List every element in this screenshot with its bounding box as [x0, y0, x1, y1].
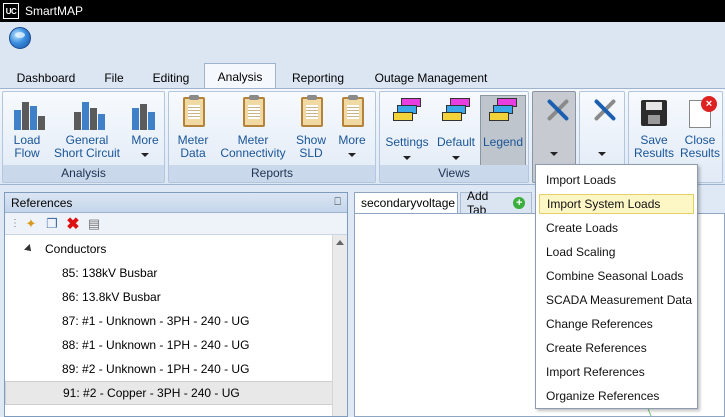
- clipboard-icon: [177, 95, 209, 132]
- tab-outage-management[interactable]: Outage Management: [362, 66, 500, 89]
- menu-item-import-system-loads[interactable]: Import System Loads: [539, 194, 694, 214]
- floppy-disk-icon: [638, 96, 670, 132]
- menu-item-import-loads[interactable]: Import Loads: [539, 170, 694, 190]
- settings-label: Settings: [385, 135, 429, 149]
- tree-item[interactable]: 87: #1 - Unknown - 3PH - 240 - UG: [5, 309, 333, 333]
- references-title: References: [11, 195, 73, 210]
- wrench-screwdriver-icon: [593, 96, 617, 124]
- copy-icon[interactable]: ❐: [43, 216, 61, 232]
- menu-item-create-references[interactable]: Create References: [539, 338, 694, 358]
- close-document-icon: ×: [684, 96, 717, 132]
- tree-item[interactable]: 86: 13.8kV Busbar: [5, 285, 333, 309]
- plus-icon: +: [513, 197, 525, 209]
- load-flow-button[interactable]: Load Flow: [7, 96, 47, 160]
- default-view-button[interactable]: Default: [434, 96, 478, 160]
- chevron-down-icon: [348, 153, 356, 157]
- group-analysis-label: Analysis: [3, 165, 164, 182]
- clipboard-icon: [295, 95, 327, 132]
- chevron-down-icon: [403, 156, 411, 160]
- tab-analysis[interactable]: Analysis: [204, 63, 276, 89]
- chevron-down-icon: [598, 152, 606, 156]
- close-results-label: Close Results: [679, 133, 720, 160]
- globe-icon[interactable]: [9, 27, 31, 49]
- pin-icon[interactable]: ⎕: [334, 196, 341, 209]
- close-results-button[interactable]: × Close Results: [678, 96, 722, 160]
- app-logo: UC: [3, 3, 19, 19]
- group-views: Settings Default Legend Views: [379, 91, 529, 183]
- default-view-label: Default: [436, 135, 476, 149]
- references-tree: Conductors 85: 138kV Busbar 86: 13.8kV B…: [5, 237, 333, 405]
- menu-item-load-scaling[interactable]: Load Scaling: [539, 242, 694, 262]
- bar-chart-icon: [11, 96, 45, 132]
- legend-label: Legend: [482, 135, 524, 149]
- reports-more-label: More: [338, 133, 366, 147]
- ribbon-tabs: Dashboard File Editing Analysis Reportin…: [0, 60, 725, 89]
- show-sld-label: Show SLD: [295, 133, 327, 160]
- tree-item[interactable]: 85: 138kV Busbar: [5, 261, 333, 285]
- tab-editing[interactable]: Editing: [142, 66, 200, 89]
- layers-icon: [440, 96, 472, 132]
- menu-item-scada-measurement-data[interactable]: SCADA Measurement Data: [539, 290, 694, 310]
- vertical-scrollbar[interactable]: [332, 235, 347, 416]
- bar-chart-icon: [129, 96, 161, 132]
- legend-toggle-button[interactable]: Legend: [480, 95, 526, 167]
- tree-item-selected[interactable]: 91: #2 - Copper - 3PH - 240 - UG: [5, 381, 333, 405]
- wrench-screwdriver-icon: [546, 96, 570, 124]
- group-reports-label: Reports: [169, 165, 375, 182]
- window-title: SmartMAP: [25, 4, 84, 18]
- references-header: References ⎕: [5, 193, 347, 213]
- analysis-more-label: More: [131, 133, 159, 147]
- chevron-down-icon: [141, 153, 149, 157]
- layers-icon: [391, 96, 423, 132]
- save-results-button[interactable]: Save Results: [632, 96, 676, 160]
- tree-item[interactable]: 89: #2 - Unknown - 1PH - 240 - UG: [5, 357, 333, 381]
- show-sld-button[interactable]: Show SLD: [293, 95, 329, 160]
- expand-arrow-icon[interactable]: [24, 244, 34, 254]
- general-short-circuit-label: General Short Circuit: [53, 133, 121, 160]
- save-results-label: Save Results: [633, 133, 674, 160]
- tree-group-label: Conductors: [45, 242, 107, 256]
- add-reference-icon[interactable]: ✦: [22, 216, 40, 232]
- bar-chart-icon: [71, 96, 105, 132]
- title-bar: UC SmartMAP: [0, 0, 725, 22]
- add-tab-button[interactable]: Add Tab +: [460, 189, 532, 217]
- tab-secondaryvoltage[interactable]: secondaryvoltage: [354, 192, 458, 213]
- analysis-more-button[interactable]: More: [127, 96, 163, 157]
- group-reports: Meter Data Meter Connectivity Show SLD M…: [168, 91, 376, 183]
- tree-group-conductors[interactable]: Conductors: [5, 237, 333, 261]
- quick-access-toolbar: [0, 22, 725, 60]
- chevron-down-icon: [452, 156, 460, 160]
- tab-file[interactable]: File: [90, 66, 138, 89]
- menu-item-combine-seasonal-loads[interactable]: Combine Seasonal Loads: [539, 266, 694, 286]
- tab-dashboard[interactable]: Dashboard: [6, 66, 86, 89]
- general-short-circuit-button[interactable]: General Short Circuit: [51, 96, 123, 160]
- references-panel: References ⎕ ⋮ ✦ ❐ ✖ ▤ Conductors 85: 13…: [4, 192, 348, 417]
- settings-button[interactable]: Settings: [383, 96, 431, 160]
- tab-reporting[interactable]: Reporting: [280, 66, 356, 89]
- layers-icon: [487, 96, 519, 132]
- scroll-up-icon[interactable]: [336, 240, 344, 245]
- group-analysis: Load Flow General Short Circuit More Ana…: [2, 91, 165, 183]
- meter-data-button[interactable]: Meter Data: [173, 95, 213, 160]
- toolbar-grip-icon: ⋮: [10, 218, 20, 229]
- meter-connectivity-label: Meter Connectivity: [220, 133, 286, 160]
- tree-item[interactable]: 88: #1 - Unknown - 1PH - 240 - UG: [5, 333, 333, 357]
- references-toolbar: ⋮ ✦ ❐ ✖ ▤: [5, 213, 347, 235]
- menu-item-organize-references[interactable]: Organize References: [539, 386, 694, 406]
- load-tools-menu: Import Loads Import System Loads Create …: [535, 164, 698, 409]
- reports-more-button[interactable]: More: [333, 95, 371, 157]
- group-views-label: Views: [380, 165, 528, 182]
- menu-item-change-references[interactable]: Change References: [539, 314, 694, 334]
- meter-data-label: Meter Data: [177, 133, 209, 160]
- clipboard-icon: [336, 95, 368, 132]
- delete-icon[interactable]: ✖: [64, 216, 82, 233]
- chevron-down-icon: [550, 152, 558, 156]
- load-flow-label: Load Flow: [13, 133, 41, 160]
- menu-item-import-references[interactable]: Import References: [539, 362, 694, 382]
- meter-connectivity-button[interactable]: Meter Connectivity: [215, 95, 291, 160]
- menu-item-create-loads[interactable]: Create Loads: [539, 218, 694, 238]
- properties-icon[interactable]: ▤: [85, 216, 103, 232]
- clipboard-icon: [237, 95, 269, 132]
